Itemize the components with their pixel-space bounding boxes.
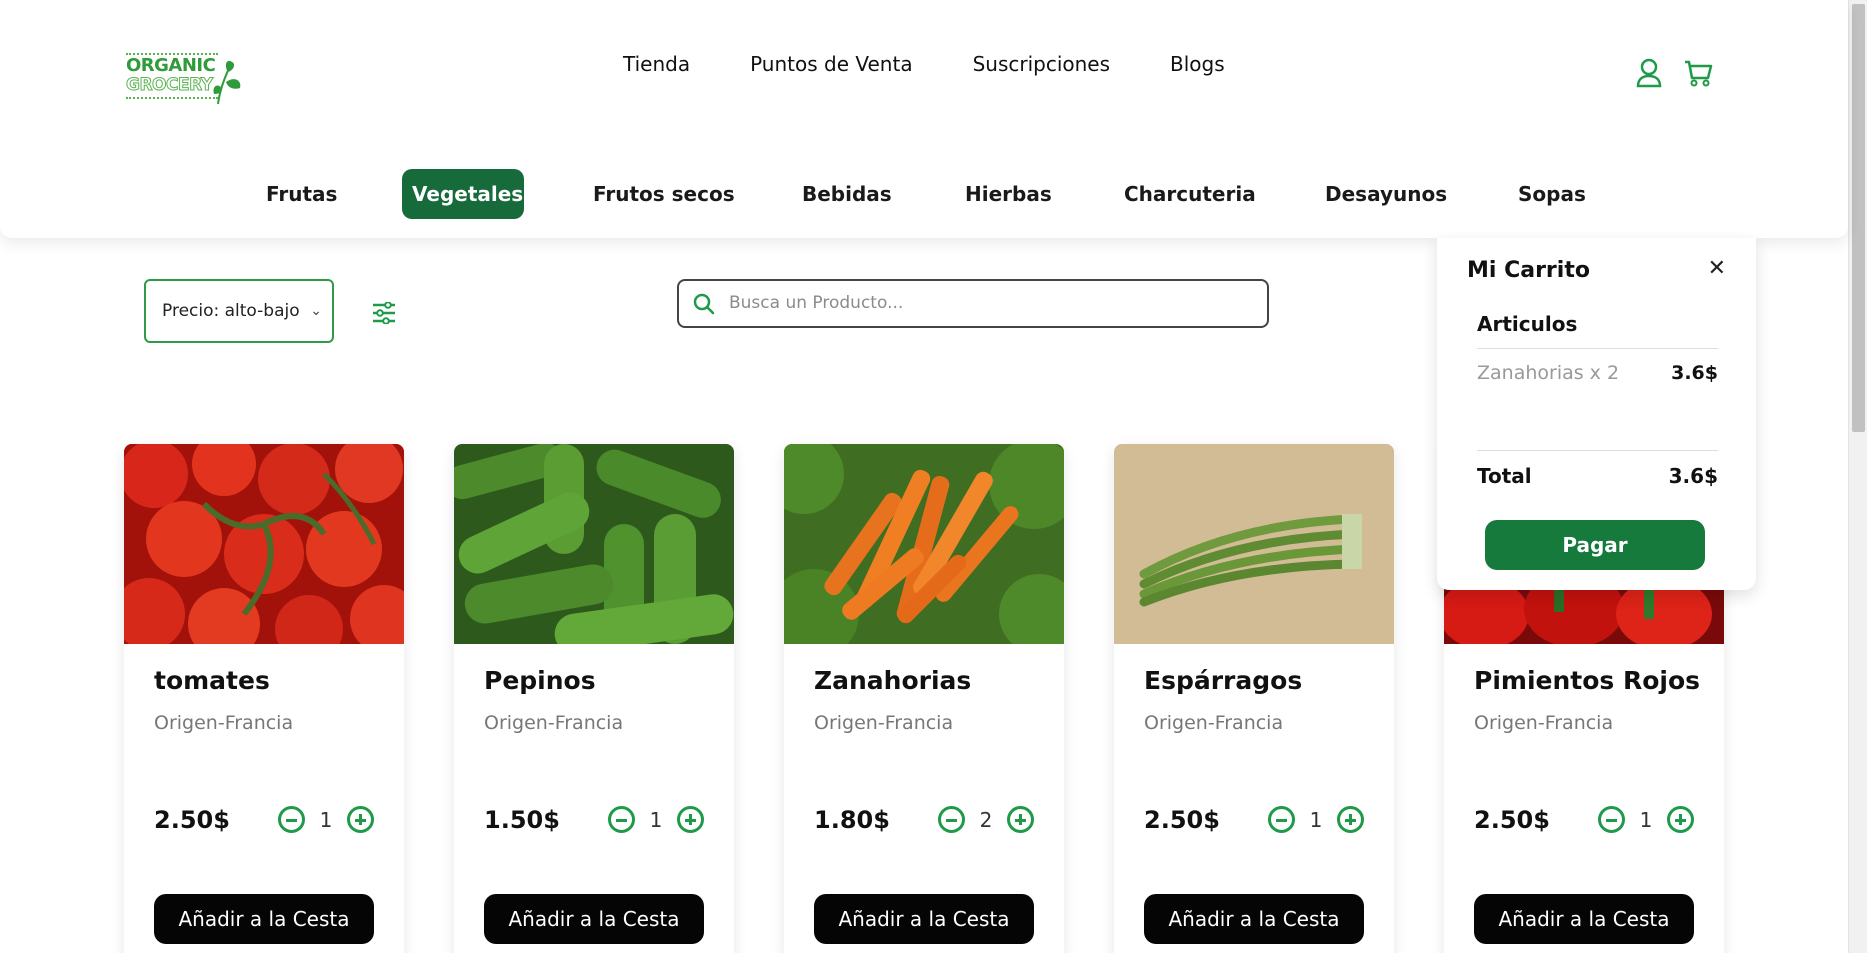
increment-icon[interactable] xyxy=(347,806,374,833)
product-image-esparragos xyxy=(1114,444,1394,644)
cart-total-label: Total xyxy=(1477,464,1532,488)
quantity-stepper: 1 xyxy=(1598,806,1694,833)
user-icon[interactable] xyxy=(1636,58,1662,88)
logo-line2: GROCERY xyxy=(126,75,214,96)
top-nav: Tienda Puntos de Venta Suscripciones Blo… xyxy=(623,52,1225,76)
cart-total-value: 3.6$ xyxy=(1668,464,1718,488)
product-name: Espárragos xyxy=(1144,666,1303,695)
decrement-icon[interactable] xyxy=(1598,806,1625,833)
decrement-icon[interactable] xyxy=(608,806,635,833)
category-vegetales[interactable]: Vegetales xyxy=(402,169,524,219)
product-price: 2.50$ xyxy=(1474,806,1550,834)
scrollbar-thumb[interactable] xyxy=(1852,4,1865,432)
filter-sliders-icon[interactable] xyxy=(372,302,396,324)
product-price: 1.80$ xyxy=(814,806,890,834)
nav-blogs[interactable]: Blogs xyxy=(1170,52,1225,76)
quantity-value: 2 xyxy=(979,807,993,832)
add-to-cart-button[interactable]: Añadir a la Cesta xyxy=(484,894,704,944)
leaf-icon xyxy=(213,60,241,105)
add-to-cart-button[interactable]: Añadir a la Cesta xyxy=(1144,894,1364,944)
sort-select-value: Precio: alto-bajo xyxy=(162,301,300,321)
cart-item-label: Zanahorias x 2 xyxy=(1477,362,1620,384)
category-frutas[interactable]: Frutas xyxy=(266,169,337,219)
product-card-tomates: tomates Origen-Francia 2.50$ 1 Añadir a … xyxy=(124,444,404,953)
category-desayunos[interactable]: Desayunos xyxy=(1325,169,1447,219)
product-origin: Origen-Francia xyxy=(154,712,294,734)
close-icon[interactable]: ✕ xyxy=(1708,256,1726,281)
search-icon xyxy=(693,293,715,315)
product-name: Pimientos Rojos xyxy=(1474,666,1701,695)
quantity-value: 1 xyxy=(319,807,333,832)
increment-icon[interactable] xyxy=(677,806,704,833)
product-name: tomates xyxy=(154,666,270,695)
category-hierbas[interactable]: Hierbas xyxy=(965,169,1052,219)
quantity-stepper: 1 xyxy=(608,806,704,833)
category-bebidas[interactable]: Bebidas xyxy=(802,169,892,219)
scrollbar[interactable] xyxy=(1848,0,1867,953)
nav-puntos-de-venta[interactable]: Puntos de Venta xyxy=(750,52,912,76)
cart-section-label: Articulos xyxy=(1477,312,1578,336)
search-input[interactable]: Busca un Producto... xyxy=(677,279,1269,328)
quantity-value: 1 xyxy=(649,807,663,832)
product-card-zanahorias: Zanahorias Origen-Francia 1.80$ 2 Añadir… xyxy=(784,444,1064,953)
pay-button[interactable]: Pagar xyxy=(1485,520,1705,570)
product-price: 2.50$ xyxy=(1144,806,1220,834)
category-charcuteria[interactable]: Charcuteria xyxy=(1124,169,1256,219)
category-sopas[interactable]: Sopas xyxy=(1518,169,1586,219)
product-price: 2.50$ xyxy=(154,806,230,834)
divider xyxy=(1477,348,1718,349)
product-card-esparragos: Espárragos Origen-Francia 2.50$ 1 Añadir… xyxy=(1114,444,1394,953)
product-image-tomates xyxy=(124,444,404,644)
product-origin: Origen-Francia xyxy=(814,712,954,734)
product-image-zanahorias xyxy=(784,444,1064,644)
nav-tienda[interactable]: Tienda xyxy=(623,52,690,76)
cart-panel: Mi Carrito ✕ Articulos Zanahorias x 2 3.… xyxy=(1437,238,1756,590)
decrement-icon[interactable] xyxy=(1268,806,1295,833)
product-price: 1.50$ xyxy=(484,806,560,834)
product-origin: Origen-Francia xyxy=(1474,712,1614,734)
quantity-value: 1 xyxy=(1309,807,1323,832)
cart-icon[interactable] xyxy=(1683,58,1713,88)
product-card-pepinos: Pepinos Origen-Francia 1.50$ 1 Añadir a … xyxy=(454,444,734,953)
increment-icon[interactable] xyxy=(1337,806,1364,833)
product-image-pepinos xyxy=(454,444,734,644)
quantity-stepper: 2 xyxy=(938,806,1034,833)
increment-icon[interactable] xyxy=(1007,806,1034,833)
logo[interactable]: ORGANIC GROCERY xyxy=(124,50,244,106)
add-to-cart-button[interactable]: Añadir a la Cesta xyxy=(814,894,1034,944)
product-origin: Origen-Francia xyxy=(484,712,624,734)
product-name: Zanahorias xyxy=(814,666,972,695)
search-placeholder: Busca un Producto... xyxy=(729,293,904,313)
quantity-stepper: 1 xyxy=(1268,806,1364,833)
chevron-down-icon: ⌄ xyxy=(310,303,322,319)
quantity-stepper: 1 xyxy=(278,806,374,833)
cart-item-price: 3.6$ xyxy=(1671,362,1718,384)
product-origin: Origen-Francia xyxy=(1144,712,1284,734)
divider xyxy=(1477,450,1718,451)
decrement-icon[interactable] xyxy=(938,806,965,833)
add-to-cart-button[interactable]: Añadir a la Cesta xyxy=(1474,894,1694,944)
increment-icon[interactable] xyxy=(1667,806,1694,833)
logo-line1: ORGANIC xyxy=(126,55,216,76)
category-frutos-secos[interactable]: Frutos secos xyxy=(593,169,735,219)
product-name: Pepinos xyxy=(484,666,596,695)
add-to-cart-button[interactable]: Añadir a la Cesta xyxy=(154,894,374,944)
sort-select[interactable]: Precio: alto-bajo ⌄ xyxy=(144,279,334,343)
cart-title: Mi Carrito xyxy=(1467,258,1590,283)
quantity-value: 1 xyxy=(1639,807,1653,832)
category-nav: Frutas Vegetales Frutos secos Bebidas Hi… xyxy=(0,169,1848,219)
nav-suscripciones[interactable]: Suscripciones xyxy=(973,52,1110,76)
site-header: ORGANIC GROCERY Tienda Puntos de Venta S… xyxy=(0,0,1848,238)
decrement-icon[interactable] xyxy=(278,806,305,833)
